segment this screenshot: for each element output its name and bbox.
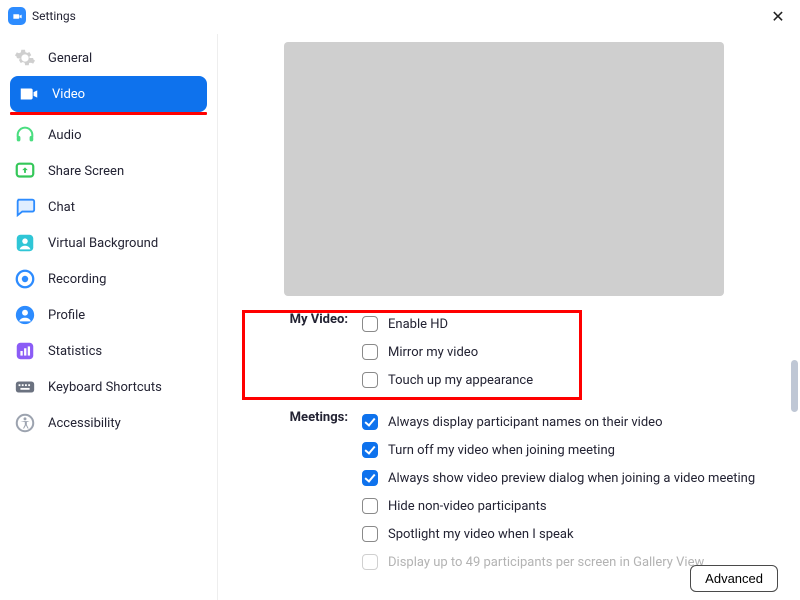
video-preview	[284, 42, 724, 296]
sidebar-item-keyboard-shortcuts[interactable]: Keyboard Shortcuts	[0, 369, 217, 405]
keyboard-icon	[14, 376, 36, 398]
close-button[interactable]: ✕	[766, 4, 790, 28]
checkbox-enable-hd[interactable]	[362, 316, 378, 332]
option-row: Mirror my video	[362, 338, 778, 366]
nav-label: Video	[52, 87, 85, 102]
sidebar-item-video[interactable]: Video	[10, 76, 207, 112]
nav-label: Recording	[48, 272, 106, 287]
option-row: Enable HD	[362, 310, 778, 338]
titlebar: Settings ✕	[0, 0, 800, 34]
window-title: Settings	[32, 9, 76, 23]
checkbox-spotlight[interactable]	[362, 526, 378, 542]
section-label-meetings: Meetings:	[258, 408, 348, 576]
annotation-underline	[10, 112, 207, 115]
scrollbar-thumb[interactable]	[791, 360, 798, 412]
checkbox-hide-nonvideo[interactable]	[362, 498, 378, 514]
sidebar-item-general[interactable]: General	[0, 40, 217, 76]
settings-sidebar: General Video Audio Share Screen Ch	[0, 34, 218, 600]
nav-label: Audio	[48, 128, 81, 143]
nav-label: Share Screen	[48, 164, 124, 179]
advanced-button[interactable]: Advanced	[690, 565, 778, 592]
option-row: Turn off my video when joining meeting	[362, 436, 778, 464]
section-label-my-video: My Video:	[258, 310, 348, 394]
sidebar-item-chat[interactable]: Chat	[0, 189, 217, 225]
sidebar-item-accessibility[interactable]: Accessibility	[0, 405, 217, 441]
option-label: Touch up my appearance	[388, 373, 533, 388]
option-row: Spotlight my video when I speak	[362, 520, 778, 548]
gear-icon	[14, 47, 36, 69]
section-meetings: Meetings: Always display participant nam…	[258, 408, 778, 576]
accessibility-icon	[14, 412, 36, 434]
nav-label: Statistics	[48, 344, 102, 359]
option-label: Spotlight my video when I speak	[388, 527, 574, 542]
content-pane: My Video: Enable HD Mirror my video Touc…	[218, 34, 800, 600]
checkbox-touch-up[interactable]	[362, 372, 378, 388]
option-label: Hide non-video participants	[388, 499, 547, 514]
recording-icon	[14, 268, 36, 290]
nav-label: Keyboard Shortcuts	[48, 380, 162, 395]
checkbox-preview-dialog[interactable]	[362, 470, 378, 486]
profile-icon	[14, 304, 36, 326]
option-row: Always show video preview dialog when jo…	[362, 464, 778, 492]
nav-label: Virtual Background	[48, 236, 158, 251]
sidebar-item-audio[interactable]: Audio	[0, 117, 217, 153]
nav-label: Accessibility	[48, 416, 121, 431]
sidebar-item-virtual-background[interactable]: Virtual Background	[0, 225, 217, 261]
checkbox-turn-off-video[interactable]	[362, 442, 378, 458]
option-row: Touch up my appearance	[362, 366, 778, 394]
share-screen-icon	[14, 160, 36, 182]
option-row: Always display participant names on thei…	[362, 408, 778, 436]
advanced-row: Advanced	[690, 565, 778, 592]
option-label: Mirror my video	[388, 345, 478, 360]
statistics-icon	[14, 340, 36, 362]
sidebar-item-share-screen[interactable]: Share Screen	[0, 153, 217, 189]
nav-label: Chat	[48, 200, 75, 215]
checkbox-49-participants	[362, 554, 378, 570]
option-label: Always display participant names on thei…	[388, 415, 662, 430]
option-label: Display up to 49 participants per screen…	[388, 555, 704, 570]
section-my-video: My Video: Enable HD Mirror my video Touc…	[258, 310, 778, 394]
option-label: Always show video preview dialog when jo…	[388, 471, 755, 486]
option-label: Enable HD	[388, 317, 448, 332]
option-row: Hide non-video participants	[362, 492, 778, 520]
video-icon	[18, 83, 40, 105]
nav-label: Profile	[48, 308, 85, 323]
headphones-icon	[14, 124, 36, 146]
sidebar-item-recording[interactable]: Recording	[0, 261, 217, 297]
sidebar-item-profile[interactable]: Profile	[0, 297, 217, 333]
chat-icon	[14, 196, 36, 218]
checkbox-display-names[interactable]	[362, 414, 378, 430]
title-left: Settings	[8, 7, 76, 25]
sidebar-item-statistics[interactable]: Statistics	[0, 333, 217, 369]
checkbox-mirror-video[interactable]	[362, 344, 378, 360]
zoom-app-icon	[8, 7, 26, 25]
nav-label: General	[48, 51, 92, 66]
virtual-background-icon	[14, 232, 36, 254]
option-label: Turn off my video when joining meeting	[388, 443, 615, 458]
